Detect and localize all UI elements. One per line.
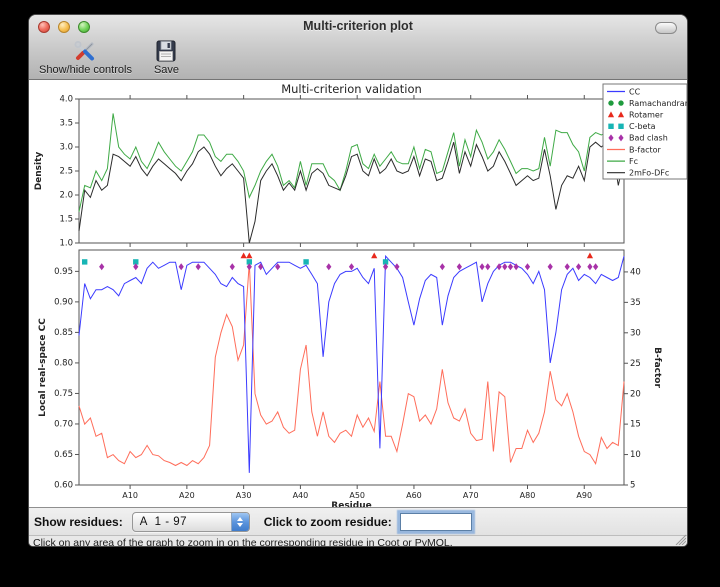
legend-label: 2mFo-DFc <box>629 169 669 178</box>
stepper-icon <box>231 513 249 531</box>
cc-tick-label: 0.90 <box>54 297 73 307</box>
density-tick-label: 1.5 <box>59 215 73 225</box>
cc-axis-label: Local real-space CC <box>38 318 48 417</box>
chart-title: Multi-criterion validation <box>281 82 422 96</box>
cc-tick-label: 0.60 <box>54 481 73 491</box>
bfactor-tick-label: 20 <box>630 389 641 399</box>
toolbar: Show/hide controls Save <box>29 37 183 79</box>
resize-grip[interactable] <box>674 534 686 545</box>
show-hide-controls-button[interactable]: Show/hide controls <box>35 37 136 77</box>
controls-bar: Show residues: A 1 - 97 Click to zoom re… <box>29 507 688 535</box>
legend-label: Ramachandran <box>629 99 688 108</box>
bfactor-tick-label: 15 <box>630 420 641 430</box>
density-tick-label: 3.0 <box>59 143 73 153</box>
toolbar-toggle-button[interactable] <box>655 22 677 34</box>
outliers-c-beta <box>82 259 388 264</box>
figure-area: Multi-criterion validation A10 A20 A30 A40 A5… <box>29 80 688 507</box>
cc-tick-label: 0.75 <box>54 389 73 399</box>
cc-line <box>79 256 624 473</box>
legend-label: CC <box>629 87 641 96</box>
arrow-down-icon <box>237 523 243 527</box>
density-tick-label: 3.5 <box>59 119 73 129</box>
outliers-rotamer <box>241 252 594 258</box>
x-tick-label: A10 <box>122 491 138 500</box>
show-residues-label: Show residues: <box>34 515 123 529</box>
x-tick-label: A20 <box>179 491 195 500</box>
density-tick-label: 2.5 <box>59 167 73 177</box>
save-label: Save <box>154 64 179 76</box>
cc-tick-label: 0.80 <box>54 359 73 369</box>
density-tick-label: 1.0 <box>59 239 73 249</box>
bfactor-tick-label: 5 <box>630 481 635 491</box>
x-tick-label: A60 <box>406 491 422 500</box>
show-residues-select[interactable]: A 1 - 97 <box>132 512 250 532</box>
show-residues-value: A 1 - 97 <box>133 516 231 528</box>
cc-tick-label: 0.85 <box>54 328 73 338</box>
cc-tick-label: 0.65 <box>54 450 73 460</box>
bfactor-tick-label: 10 <box>630 450 641 460</box>
status-text: Click on any area of the graph to zoom i… <box>33 537 453 547</box>
bfactor-tick-label: 30 <box>630 328 641 338</box>
legend-label: Bad clash <box>629 134 668 143</box>
density-panel-frame <box>79 99 624 243</box>
density-tick-label: 2.0 <box>59 191 73 201</box>
bfactor-axis-label: B-factor <box>652 347 662 388</box>
legend-label: B-factor <box>629 145 662 154</box>
legend: CC Ramachandran Rotamer C-beta Bad clash B-fa… <box>603 84 688 179</box>
x-tick-label: A40 <box>293 491 309 500</box>
density-tick-label: 4.0 <box>59 95 73 105</box>
two-mfo-dfc-line <box>79 142 624 243</box>
validation-panel-frame <box>79 250 624 485</box>
save-icon <box>155 38 177 64</box>
legend-label: C-beta <box>629 122 656 131</box>
plot-canvas[interactable]: Multi-criterion validation A10 A20 A30 A40 A5… <box>29 80 688 507</box>
x-tick-label: A30 <box>236 491 252 500</box>
legend-label: Fc <box>629 157 638 166</box>
cc-tick-label: 0.70 <box>54 420 73 430</box>
x-tick-label: A90 <box>576 491 592 500</box>
arrow-up-icon <box>237 517 243 521</box>
window-header: Multi-criterion plot <box>29 15 687 80</box>
zoom-residue-input[interactable] <box>400 513 472 531</box>
bfactor-tick-label: 35 <box>630 298 641 308</box>
x-tick-label: A80 <box>520 491 536 500</box>
show-hide-controls-label: Show/hide controls <box>39 64 132 76</box>
zoom-residue-label: Click to zoom residue: <box>264 515 392 529</box>
status-bar: Click on any area of the graph to zoom i… <box>29 535 688 547</box>
multi-criterion-plot-window: Multi-criterion plot <box>28 14 688 547</box>
cc-tick-label: 0.95 <box>54 267 73 277</box>
b-factor-line <box>79 263 624 466</box>
bfactor-tick-label: 40 <box>630 268 641 278</box>
x-tick-label: A70 <box>463 491 479 500</box>
desktop: { "window": { "title": "Multi-criterion … <box>0 0 720 587</box>
tools-icon <box>72 38 98 64</box>
titlebar[interactable]: Multi-criterion plot <box>29 15 687 37</box>
save-button[interactable]: Save <box>150 37 183 77</box>
density-axis-label: Density <box>34 152 44 191</box>
bfactor-tick-label: 25 <box>630 359 641 369</box>
legend-label: Rotamer <box>629 111 664 120</box>
window-title: Multi-criterion plot <box>29 19 687 33</box>
x-tick-label: A50 <box>349 491 365 500</box>
